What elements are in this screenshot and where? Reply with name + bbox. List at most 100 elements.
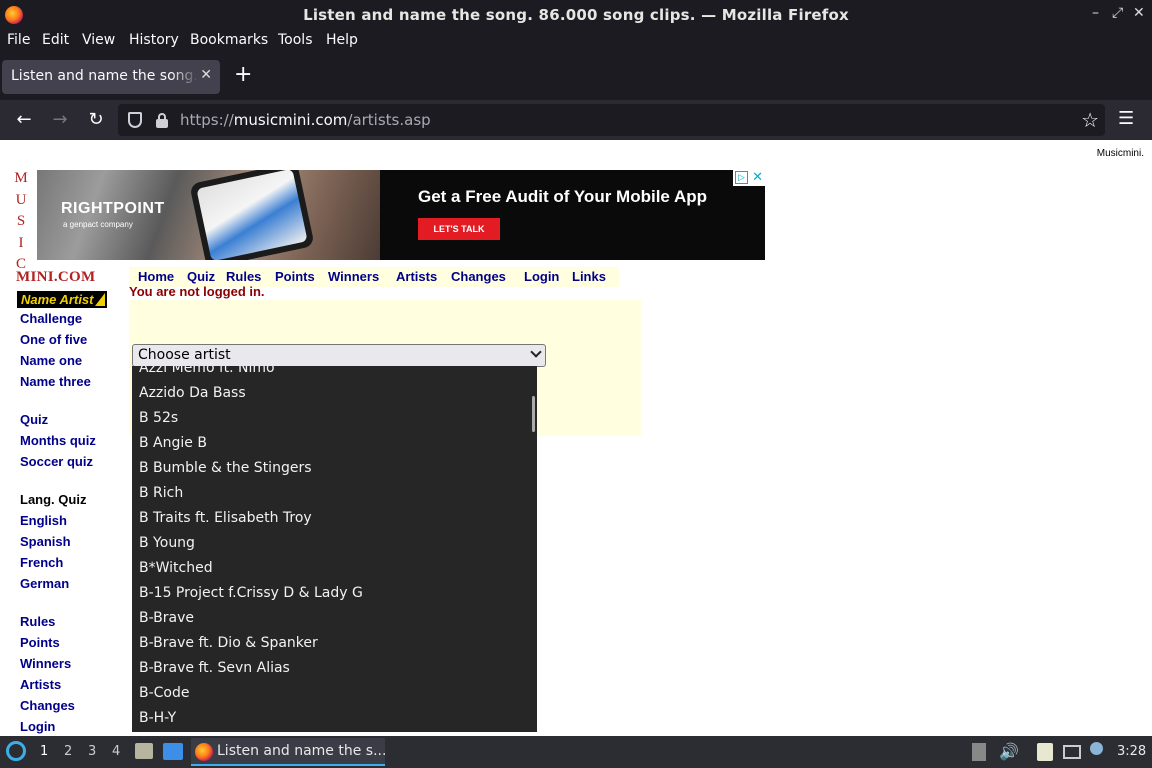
taskbar-firefox-task[interactable]: Listen and name the s... — [191, 738, 386, 766]
maximize-button[interactable]: ⤢ — [1112, 5, 1123, 21]
dropdown-option[interactable]: B-Code — [139, 683, 190, 708]
dropdown-option[interactable]: B-H-Y — [139, 708, 176, 732]
chevron-down-icon — [530, 346, 542, 358]
desktop-icon[interactable] — [163, 743, 183, 760]
tracking-shield-icon[interactable] — [128, 112, 142, 128]
dropdown-option[interactable]: B-Brave ft. Sevn Alias — [139, 658, 290, 683]
sidebar-link-german[interactable]: German — [20, 576, 69, 591]
taskbar: 1 2 3 4 Listen and name the s... 🔊 3:28 — [0, 736, 1152, 768]
dropdown-option[interactable]: B Young — [139, 533, 195, 558]
login-status: You are not logged in. — [129, 284, 265, 299]
sidebar-heading-lang-quiz: Lang. Quiz — [20, 492, 87, 507]
topnav-quiz[interactable]: Quiz — [187, 269, 215, 284]
logo-letter: U — [15, 191, 27, 208]
close-window-button[interactable]: ✕ — [1133, 5, 1145, 21]
topnav-links[interactable]: Links — [572, 269, 606, 284]
workspace-4[interactable]: 4 — [112, 744, 120, 759]
sidebar-link-name-three[interactable]: Name three — [20, 374, 91, 389]
phone-image — [189, 170, 315, 260]
start-menu-icon[interactable] — [6, 741, 26, 761]
menu-bookmarks[interactable]: Bookmarks — [190, 32, 268, 48]
file-manager-icon[interactable] — [135, 743, 153, 759]
minimize-button[interactable]: – — [1092, 5, 1099, 21]
app-menu-icon[interactable]: ☰ — [1118, 108, 1134, 129]
notes-tray-icon[interactable] — [1037, 743, 1053, 761]
menu-history[interactable]: History — [129, 32, 179, 48]
logo-letter: S — [16, 213, 26, 229]
sidebar-link-changes[interactable]: Changes — [20, 698, 75, 713]
topnav-login[interactable]: Login — [524, 269, 559, 284]
sidebar-link-challenge[interactable]: Challenge — [20, 311, 82, 326]
tab-strip: Listen and name the song. 86.000 song cl… — [0, 52, 1152, 100]
bookmark-star-icon[interactable]: ☆ — [1081, 108, 1099, 132]
nav-bar: ← → ↻ https://musicmini.com/artists.asp … — [0, 100, 1152, 140]
sidebar-link-spanish[interactable]: Spanish — [20, 534, 71, 549]
dropdown-option[interactable]: B-Brave ft. Dio & Spanker — [139, 633, 318, 658]
ad-close-icon[interactable]: ✕ — [752, 170, 763, 185]
menu-view[interactable]: View — [82, 32, 115, 48]
dropdown-option[interactable]: B*Witched — [139, 558, 213, 583]
tab-label: Listen and name the song. 86.000 song cl… — [11, 68, 199, 84]
network-tray-icon[interactable] — [1063, 745, 1081, 759]
menu-tools[interactable]: Tools — [278, 32, 313, 48]
site-logo-text[interactable]: MINI.COM — [16, 269, 95, 286]
site-name-top: Musicmini. — [1096, 148, 1144, 159]
workspace-2[interactable]: 2 — [64, 744, 72, 759]
notification-icon[interactable] — [1090, 742, 1103, 755]
sidebar-link-french[interactable]: French — [20, 555, 63, 570]
topnav-rules[interactable]: Rules — [226, 269, 261, 284]
url-text[interactable]: https://musicmini.com/artists.asp — [180, 111, 431, 129]
sidebar-link-points[interactable]: Points — [20, 635, 60, 650]
ad-brand-sub: a genpact company — [63, 220, 133, 229]
sidebar-link-soccer-quiz[interactable]: Soccer quiz — [20, 454, 93, 469]
forward-arrow-icon[interactable]: → — [48, 108, 72, 132]
topnav-artists[interactable]: Artists — [396, 269, 437, 284]
workspace-3[interactable]: 3 — [88, 744, 96, 759]
topnav-points[interactable]: Points — [275, 269, 315, 284]
menu-file[interactable]: File — [7, 32, 30, 48]
menu-help[interactable]: Help — [326, 32, 358, 48]
reload-icon[interactable]: ↻ — [84, 108, 108, 132]
artist-dropdown-list[interactable]: Azzi Memo ft. Nimo Azzido Da Bass B 52s … — [132, 366, 537, 732]
sidebar-link-rules[interactable]: Rules — [20, 614, 55, 629]
artist-select[interactable]: Choose artist — [132, 344, 546, 367]
sidebar-link-login[interactable]: Login — [20, 719, 55, 734]
workspace-1[interactable]: 1 — [40, 744, 48, 759]
dropdown-option[interactable]: B-15 Project f.Crissy D & Lady G — [139, 583, 363, 608]
logo-letter: I — [18, 234, 24, 251]
menu-edit[interactable]: Edit — [42, 32, 69, 48]
sidebar-link-english[interactable]: English — [20, 513, 67, 528]
ad-banner[interactable]: RIGHTPOINT a genpact company Get a Free … — [37, 170, 765, 260]
tab-active[interactable]: Listen and name the song. 86.000 song cl… — [2, 60, 220, 94]
new-tab-button[interactable]: + — [234, 64, 252, 86]
dropdown-option[interactable]: B Traits ft. Elisabeth Troy — [139, 508, 312, 533]
dropdown-option[interactable]: B Rich — [139, 483, 183, 508]
sidebar-link-quiz[interactable]: Quiz — [20, 412, 48, 427]
sidebar-link-name-one[interactable]: Name one — [20, 353, 82, 368]
sidebar-link-artists[interactable]: Artists — [20, 677, 61, 692]
dropdown-option[interactable]: Azzi Memo ft. Nimo — [139, 366, 275, 383]
sidebar-link-one-of-five[interactable]: One of five — [20, 332, 87, 347]
sidebar-link-months-quiz[interactable]: Months quiz — [20, 433, 96, 448]
lock-icon[interactable] — [156, 113, 168, 128]
name-artist-badge[interactable]: Name Artist — [17, 291, 107, 308]
dropdown-option[interactable]: B-Brave — [139, 608, 194, 633]
adchoices-icon[interactable]: ▷ — [735, 171, 748, 184]
ad-cta-button[interactable]: LET'S TALK — [418, 218, 500, 240]
dropdown-option[interactable]: Azzido Da Bass — [139, 383, 246, 408]
clipboard-tray-icon[interactable] — [972, 743, 986, 761]
topnav-home[interactable]: Home — [138, 269, 174, 284]
dropdown-scrollbar[interactable] — [532, 396, 535, 432]
site-logo-vertical[interactable]: M U S I C — [12, 168, 30, 276]
url-bar[interactable]: https://musicmini.com/artists.asp ☆ — [118, 104, 1105, 136]
ad-controls: ▷ ✕ — [733, 170, 765, 186]
dropdown-option[interactable]: B 52s — [139, 408, 178, 433]
volume-icon[interactable]: 🔊 — [999, 742, 1019, 761]
topnav-winners[interactable]: Winners — [328, 269, 379, 284]
dropdown-option[interactable]: B Bumble & the Stingers — [139, 458, 312, 483]
sidebar-link-winners[interactable]: Winners — [20, 656, 71, 671]
dropdown-option[interactable]: B Angie B — [139, 433, 207, 458]
close-tab-icon[interactable]: ✕ — [200, 67, 212, 83]
back-arrow-icon[interactable]: ← — [12, 108, 36, 132]
topnav-changes[interactable]: Changes — [451, 269, 506, 284]
